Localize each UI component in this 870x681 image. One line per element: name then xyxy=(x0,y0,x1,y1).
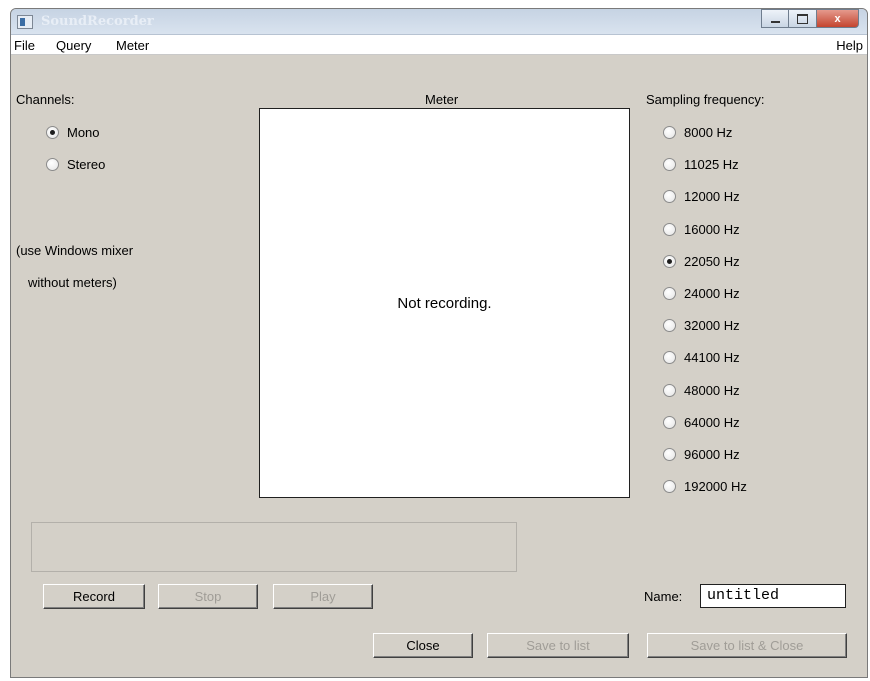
caption-buttons: x xyxy=(761,9,859,29)
channels-label: Channels: xyxy=(16,92,75,107)
channel-option-mono[interactable]: Mono xyxy=(46,125,100,140)
close-window-button[interactable]: x xyxy=(817,9,859,28)
sampling-option-label: 64000 Hz xyxy=(684,414,740,430)
sampling-radio[interactable] xyxy=(663,415,676,429)
meter-label: Meter xyxy=(425,92,459,107)
mono-radio[interactable] xyxy=(46,126,59,139)
stereo-label: Stereo xyxy=(67,157,106,172)
close-button[interactable]: Close xyxy=(373,633,473,658)
sampling-option[interactable]: 64000 Hz xyxy=(663,415,740,430)
sampling-option[interactable]: 8000 Hz xyxy=(663,125,732,140)
title-bar[interactable]: SoundRecorder x xyxy=(11,9,867,35)
sampling-radio[interactable] xyxy=(663,383,676,397)
sampling-radio[interactable] xyxy=(663,319,676,333)
sampling-frequency-label: Sampling frequency: xyxy=(646,92,765,107)
minimize-button[interactable] xyxy=(761,9,789,28)
recording-status-text: Not recording. xyxy=(397,295,492,312)
mixer-note-line2: without meters) xyxy=(28,275,117,290)
sampling-option-label: 8000 Hz xyxy=(684,125,733,140)
sampling-option-label: 48000 Hz xyxy=(684,382,740,398)
app-icon xyxy=(17,15,33,29)
maximize-button[interactable] xyxy=(789,9,817,28)
sampling-option[interactable]: 48000 Hz xyxy=(663,383,740,398)
sampling-radio[interactable] xyxy=(663,351,676,365)
sampling-option-label: 12000 Hz xyxy=(684,189,740,205)
sampling-option-label: 32000 Hz xyxy=(684,318,740,334)
sampling-radio[interactable] xyxy=(663,448,676,461)
sampling-option[interactable]: 11025 Hz xyxy=(663,157,739,172)
sampling-option[interactable]: 44100 Hz xyxy=(663,350,740,365)
name-label: Name: xyxy=(644,589,683,604)
sampling-option-label: 96000 Hz xyxy=(684,447,740,462)
sampling-radio[interactable] xyxy=(663,126,676,139)
sampling-option-label: 11025 Hz xyxy=(684,157,739,173)
menu-bar: File Query Meter Help xyxy=(11,35,867,55)
sampling-radio[interactable] xyxy=(663,287,676,300)
status-panel xyxy=(31,522,517,572)
meter-display: Not recording. xyxy=(259,108,630,498)
window-title: SoundRecorder xyxy=(41,14,154,29)
sampling-radio[interactable] xyxy=(663,480,676,494)
mixer-note-line1: (use Windows mixer xyxy=(16,243,134,258)
channel-option-stereo[interactable]: Stereo xyxy=(46,157,105,172)
menu-help[interactable]: Help xyxy=(836,38,863,53)
stop-button[interactable]: Stop xyxy=(158,584,258,609)
sampling-radio[interactable] xyxy=(663,190,676,204)
mono-label: Mono xyxy=(67,125,100,140)
menu-meter[interactable]: Meter xyxy=(116,38,149,53)
save-to-list-button[interactable]: Save to list xyxy=(487,633,629,658)
sampling-option-label: 16000 Hz xyxy=(684,221,740,237)
menu-query[interactable]: Query xyxy=(56,38,91,53)
sampling-option-label: 24000 Hz xyxy=(684,286,740,301)
sampling-option[interactable]: 32000 Hz xyxy=(663,318,740,333)
sampling-option[interactable]: 24000 Hz xyxy=(663,286,740,301)
name-field[interactable]: untitled xyxy=(700,584,846,608)
save-to-list-and-close-button[interactable]: Save to list & Close xyxy=(647,633,847,658)
stereo-radio[interactable] xyxy=(46,158,59,171)
menu-file[interactable]: File xyxy=(14,38,35,53)
sampling-option-label: 44100 Hz xyxy=(684,350,740,366)
sound-recorder-window: SoundRecorder x File Query Meter Help Ch… xyxy=(10,8,868,678)
sampling-option[interactable]: 22050 Hz xyxy=(663,254,740,269)
sampling-radio[interactable] xyxy=(663,222,676,236)
sampling-option[interactable]: 96000 Hz xyxy=(663,447,740,462)
sampling-option[interactable]: 16000 Hz xyxy=(663,222,740,237)
sampling-option[interactable]: 12000 Hz xyxy=(663,189,740,204)
play-button[interactable]: Play xyxy=(273,584,373,609)
sampling-radio[interactable] xyxy=(663,254,676,268)
record-button[interactable]: Record xyxy=(43,584,145,609)
sampling-option-label: 22050 Hz xyxy=(684,253,740,269)
sampling-option-label: 192000 Hz xyxy=(684,479,747,495)
sampling-option[interactable]: 192000 Hz xyxy=(663,479,747,494)
sampling-radio[interactable] xyxy=(663,158,676,172)
